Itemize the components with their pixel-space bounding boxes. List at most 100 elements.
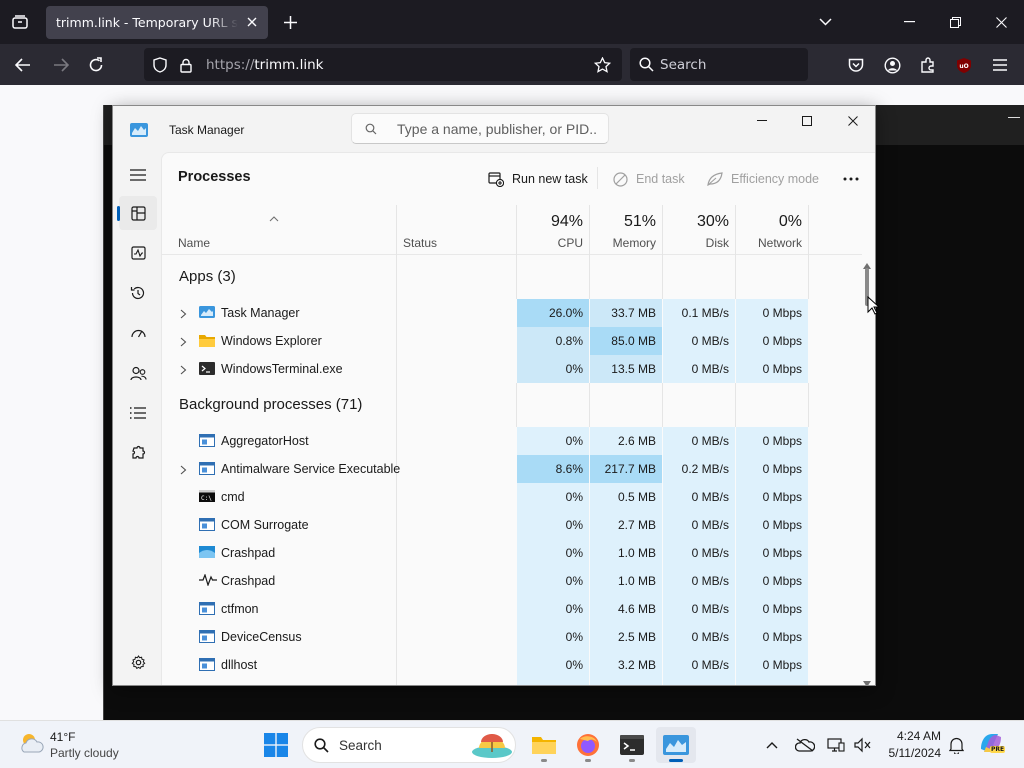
tracking-protection-shield-icon[interactable] [152,56,168,74]
show-hidden-icons-chevron[interactable] [762,735,782,755]
window-minimize-icon[interactable] [898,12,920,32]
task-manager-titlebar[interactable]: Task Manager [113,106,875,152]
close-tab-icon[interactable] [244,14,260,30]
window-close-icon[interactable] [990,12,1012,32]
address-bar[interactable]: https://trimm.link [144,48,622,81]
process-row[interactable]: dllhost0%3.1 MB0 MB/s0 Mbps [162,679,862,685]
back-icon[interactable] [12,54,34,76]
column-divider [516,383,517,427]
nav-users[interactable] [119,356,157,390]
disk-cell: 0 MB/s [663,327,735,355]
nav-settings[interactable] [119,645,157,679]
account-icon[interactable] [881,54,903,76]
process-name: ctfmon [221,602,259,616]
volume-muted-icon[interactable] [853,735,873,755]
expand-chevron-icon[interactable] [180,336,190,347]
column-divider [589,255,590,299]
lock-icon[interactable] [179,56,193,74]
app-menu-icon[interactable] [989,54,1011,76]
bookmark-star-icon[interactable] [592,55,612,75]
column-header-status[interactable]: Status [403,236,437,250]
pocket-icon[interactable] [845,54,867,76]
onedrive-offline-icon[interactable] [795,735,815,755]
new-tab-icon[interactable] [280,12,300,32]
process-row[interactable]: AggregatorHost 0% 2.6 MB 0 MB/s 0 Mbps [162,427,862,455]
nav-startup-apps[interactable] [119,316,157,350]
end-task-button[interactable]: End task [613,166,685,192]
network-total-percent[interactable]: 0% [736,213,802,231]
url-text[interactable]: https://trimm.link [206,57,323,73]
expand-chevron-icon[interactable] [180,364,190,375]
window-restore-icon[interactable] [944,12,966,32]
cmd-icon: C:\ [199,490,215,504]
process-row[interactable]: Windows Explorer 0.8% 85.0 MB 0 MB/s 0 Mbps [162,327,862,355]
column-header-cpu[interactable]: CPU [517,236,583,250]
taskbar-firefox[interactable] [568,727,608,763]
search-bar[interactable]: Search [630,48,808,81]
process-search-box[interactable] [351,113,609,144]
nav-performance[interactable] [119,236,157,270]
process-row[interactable]: dllhost 0% 3.2 MB 0 MB/s 0 Mbps [162,651,862,679]
process-search-input[interactable] [397,120,597,138]
vertical-scrollbar[interactable] [860,254,874,685]
process-row[interactable]: WindowsTerminal.exe 0% 13.5 MB 0 MB/s 0 Mbps [162,355,862,383]
expand-chevron-icon[interactable] [180,464,190,475]
column-divider [396,679,397,685]
column-header-disk[interactable]: Disk [663,236,729,250]
copilot-preview-button[interactable]: PRE [978,731,1008,759]
background-terminal-minimize-icon[interactable] [1008,117,1020,118]
taskbar-task-manager[interactable] [656,727,696,763]
forward-icon[interactable] [50,54,72,76]
close-button[interactable] [830,106,875,136]
run-new-task-button[interactable]: Run new task [488,166,588,192]
memory-total-percent[interactable]: 51% [590,213,656,231]
taskbar-search-box[interactable]: Search [302,727,516,763]
efficiency-mode-button[interactable]: Efficiency mode [707,166,819,192]
minimize-button[interactable] [739,106,785,136]
ublock-origin-icon[interactable]: uO [953,54,975,76]
taskbar-file-explorer[interactable] [524,727,564,763]
cpu-total-percent[interactable]: 94% [517,213,583,231]
disk-total-percent[interactable]: 30% [663,213,729,231]
nav-processes[interactable] [117,196,157,230]
extensions-puzzle-icon[interactable] [917,54,939,76]
expand-chevron-icon[interactable] [180,308,190,319]
process-row[interactable]: Crashpad 0% 1.0 MB 0 MB/s 0 Mbps [162,567,862,595]
process-row[interactable]: C:\ cmd 0% 0.5 MB 0 MB/s 0 Mbps [162,483,862,511]
process-row[interactable]: COM Surrogate 0% 2.7 MB 0 MB/s 0 Mbps [162,511,862,539]
column-header-memory[interactable]: Memory [590,236,656,250]
sort-ascending-icon [269,211,279,225]
process-row[interactable]: Task Manager 26.0% 33.7 MB 0.1 MB/s 0 Mbps [162,299,862,327]
process-row[interactable]: Antimalware Service Executable 8.6% 217.7 … [162,455,862,483]
notifications-bell-icon[interactable] [946,735,966,755]
hamburger-menu-button[interactable] [119,158,157,192]
nav-app-history[interactable] [119,276,157,310]
browser-tab-active[interactable]: trimm.link - Temporary URL shortener [46,6,268,39]
active-indicator [669,759,683,762]
process-row[interactable]: ctfmon 0% 4.6 MB 0 MB/s 0 Mbps [162,595,862,623]
group-header[interactable]: Background processes (71) [162,383,862,427]
column-header-network[interactable]: Network [736,236,802,250]
column-divider [396,595,397,623]
more-options-button[interactable] [843,166,859,192]
network-cell: 0 Mbps [736,651,808,679]
display-network-icon[interactable] [826,735,846,755]
taskbar-windows-terminal[interactable] [612,727,652,763]
users-icon [129,366,147,380]
scroll-down-arrow-icon[interactable] [863,676,871,685]
column-divider[interactable] [396,205,397,255]
column-divider[interactable] [808,205,809,255]
process-row[interactable]: Crashpad 0% 1.0 MB 0 MB/s 0 Mbps [162,539,862,567]
clock[interactable]: 4:24 AM 5/11/2024 [878,721,944,768]
maximize-button[interactable] [784,106,830,136]
start-button[interactable] [256,727,296,763]
process-row[interactable]: DeviceCensus 0% 2.5 MB 0 MB/s 0 Mbps [162,623,862,651]
tab-overview-icon[interactable] [8,11,32,33]
nav-details[interactable] [119,396,157,430]
group-header[interactable]: Apps (3) [162,255,862,299]
list-all-tabs-icon[interactable] [815,12,835,32]
weather-widget[interactable]: 41°F Partly cloudy [10,721,130,768]
reload-icon[interactable] [85,54,107,76]
nav-services[interactable] [119,436,157,470]
column-header-name[interactable]: Name [178,236,210,250]
